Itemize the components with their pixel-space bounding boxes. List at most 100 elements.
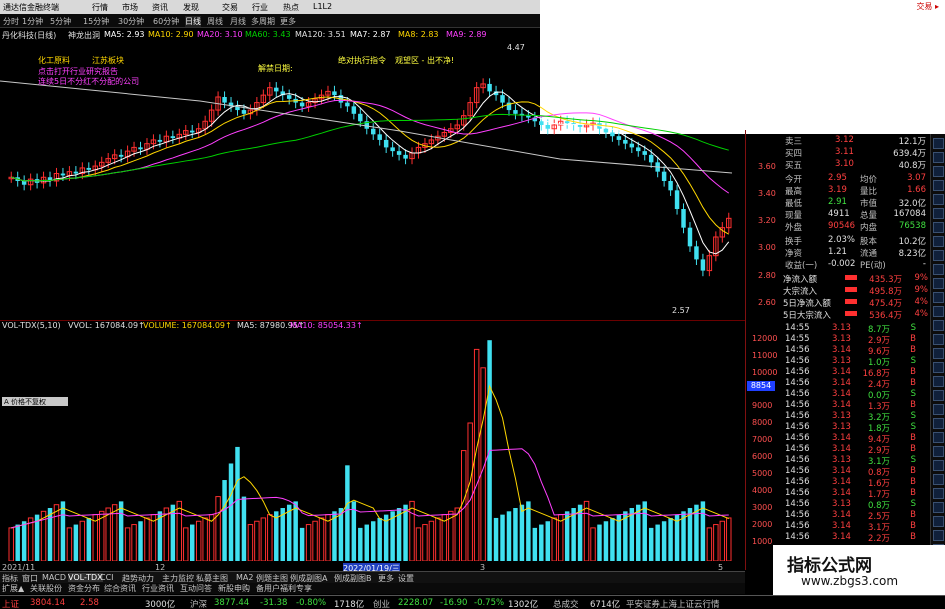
menu-industry[interactable]: 行业 [252, 2, 268, 13]
menu-icon[interactable] [933, 138, 944, 149]
period-tab[interactable]: 15分钟 [83, 16, 109, 27]
volume-bar [124, 527, 131, 562]
news-icon[interactable] [933, 222, 944, 233]
extension-tab[interactable]: 新股申购 [218, 583, 250, 594]
extension-tab[interactable]: 扩展▲ [2, 583, 24, 594]
volume-bar [305, 524, 312, 562]
extension-tab[interactable]: 互动问答 [180, 583, 212, 594]
down-icon[interactable] [933, 530, 944, 541]
tick-side: B [910, 400, 916, 410]
rsi-icon[interactable] [933, 194, 944, 205]
chart-icon[interactable] [933, 180, 944, 191]
period-tab[interactable]: 月线 [230, 16, 246, 27]
book-icon[interactable] [933, 152, 944, 163]
volume-bar [286, 504, 292, 561]
menu-market[interactable]: 市场 [122, 2, 138, 13]
tick-time: 14:56 [785, 378, 810, 388]
volume-bar [260, 517, 267, 562]
tag-icon[interactable] [933, 376, 944, 387]
zoom-icon[interactable] [933, 418, 944, 429]
volume-bar [422, 524, 428, 562]
volume-chart[interactable] [0, 331, 745, 562]
annotation-industry: 化工原料 [38, 56, 70, 65]
candle-body [60, 173, 66, 176]
adjust-price-button[interactable]: A 价格不复权 [2, 397, 68, 406]
axis-divider [745, 130, 746, 570]
candle-body [383, 139, 389, 148]
extension-tab[interactable]: 行业资讯 [142, 583, 174, 594]
tick-row: 14:56 3.14 9.6万 B [780, 344, 930, 357]
menu-l1l2[interactable]: L1L2 [313, 2, 332, 11]
volume-bar [409, 500, 415, 562]
volume-bar [597, 524, 602, 561]
grid-icon[interactable] [933, 264, 944, 275]
mail-icon[interactable] [933, 390, 944, 401]
stat-row: 现量 4911 总量 167084 [780, 208, 930, 221]
info-icon[interactable] [933, 292, 944, 303]
indicator-tab[interactable]: VOL-TDX [68, 573, 103, 582]
tick-row: 14:56 3.13 3.1万 S [780, 454, 930, 467]
cy-label[interactable]: 创业 [373, 598, 390, 609]
tick-side: B [910, 466, 916, 476]
menu-trade[interactable]: 交易 [222, 2, 238, 13]
menu-discover[interactable]: 发现 [183, 2, 199, 13]
extension-tab[interactable]: 综合资讯 [104, 583, 136, 594]
extension-tab[interactable]: 资金分布 [68, 583, 100, 594]
indicator-tab[interactable]: MACD [42, 573, 66, 582]
plus-icon[interactable] [933, 488, 944, 499]
pin-icon[interactable] [933, 446, 944, 457]
up-icon[interactable] [933, 516, 944, 527]
tick-price: 3.14 [832, 488, 851, 498]
broker-label: 平安证券上海上证云行情 [626, 600, 720, 609]
home-icon[interactable] [933, 362, 944, 373]
extension-tab[interactable]: 备用户福利专享 [256, 583, 312, 594]
stat-label: 内盘 [860, 223, 878, 233]
user-icon[interactable] [933, 320, 944, 331]
period-tab[interactable]: 30分钟 [118, 16, 144, 27]
volume-bar [293, 501, 298, 561]
gear-icon[interactable] [933, 236, 944, 247]
clock-icon[interactable] [933, 432, 944, 443]
indicator-tab[interactable]: CCI [100, 573, 114, 582]
tick-side: B [910, 521, 916, 531]
ma-legend-item: 神龙出洞 [68, 31, 100, 40]
extension-tab[interactable]: 关联股份 [30, 583, 62, 594]
search-icon[interactable] [933, 404, 944, 415]
flag-icon[interactable] [933, 278, 944, 289]
volume-bar [247, 524, 254, 562]
hs-label[interactable]: 沪深 [190, 598, 207, 609]
tick-price: 3.14 [832, 433, 851, 443]
stat-label: 外盘 [785, 223, 803, 233]
ma-legend: 丹化科技(日线) 神龙出洞 MA5: 2.93 MA10: 2.90 MA20:… [0, 29, 540, 41]
indicator-tab[interactable]: MA2 [236, 573, 253, 582]
sh-label[interactable]: 上证 [2, 598, 19, 609]
period-tab[interactable]: 60分钟 [153, 16, 179, 27]
period-tab[interactable]: 更多 [280, 16, 296, 27]
lock-icon[interactable] [933, 460, 944, 471]
period-tab[interactable]: 分时 [3, 16, 19, 27]
period-tab[interactable]: 周线 [207, 16, 223, 27]
minus-icon[interactable] [933, 502, 944, 513]
candle-body [138, 147, 143, 150]
menu-quotes[interactable]: 行情 [92, 2, 108, 13]
vol-tick: 12000 [752, 334, 778, 343]
help-icon[interactable] [933, 348, 944, 359]
period-tab[interactable]: 5分钟 [50, 16, 71, 27]
close-icon[interactable] [933, 474, 944, 485]
bell-icon[interactable] [933, 334, 944, 345]
candle-body [616, 136, 622, 140]
trade-button[interactable]: 交易 ▸ [916, 1, 939, 12]
period-tab-active[interactable]: 日线 [185, 16, 201, 27]
star-icon[interactable] [933, 250, 944, 261]
period-tab[interactable]: 1分钟 [22, 16, 43, 27]
menu-hot[interactable]: 热点 [283, 2, 299, 13]
tick-time: 14:56 [785, 433, 810, 443]
list-icon[interactable] [933, 166, 944, 177]
annotation-watch: 观望区 - 出不净! [395, 56, 455, 65]
menu-news[interactable]: 资讯 [152, 2, 168, 13]
volume-bar [539, 524, 544, 561]
period-tab[interactable]: 多周期 [251, 16, 275, 27]
cash-icon[interactable] [933, 208, 944, 219]
volume-bar [493, 517, 499, 561]
link-icon[interactable] [933, 306, 944, 317]
